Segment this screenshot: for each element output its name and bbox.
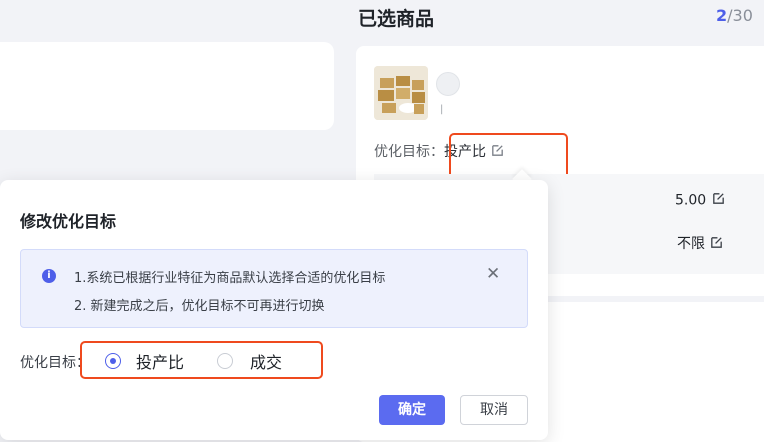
budget-value: 不限 bbox=[677, 233, 724, 254]
total-count: /30 bbox=[727, 6, 753, 25]
cancel-button[interactable]: 取消 bbox=[460, 395, 528, 425]
product-image-icon bbox=[374, 66, 428, 120]
product-caption-marker: | bbox=[440, 104, 444, 115]
product-avatar bbox=[436, 72, 460, 96]
bid-value: 5.00 bbox=[675, 191, 726, 210]
close-icon[interactable]: ✕ bbox=[486, 264, 500, 284]
selection-counter: 2/30 bbox=[716, 6, 753, 25]
bid-value-text: 5.00 bbox=[675, 192, 707, 209]
info-alert bbox=[20, 249, 528, 328]
confirm-button[interactable]: 确定 bbox=[379, 395, 445, 425]
popover-title: 修改优化目标 bbox=[20, 212, 117, 231]
highlight-box-options bbox=[80, 341, 323, 379]
edit-icon[interactable] bbox=[711, 191, 726, 210]
edit-icon[interactable] bbox=[709, 235, 724, 254]
product-thumbnail[interactable] bbox=[374, 66, 428, 120]
info-line-2: 2. 新建完成之后，优化目标不可再进行切换 bbox=[74, 299, 325, 314]
goal-label: 优化目标： bbox=[374, 144, 444, 160]
info-icon: i bbox=[42, 269, 56, 283]
info-line-1: 1.系统已根据行业特征为商品默认选择合适的优化目标 bbox=[74, 271, 386, 286]
left-panel-card bbox=[0, 42, 334, 130]
budget-value-text: 不限 bbox=[677, 236, 705, 252]
selected-count: 2 bbox=[716, 6, 728, 25]
page-title: 已选商品 bbox=[358, 8, 435, 30]
